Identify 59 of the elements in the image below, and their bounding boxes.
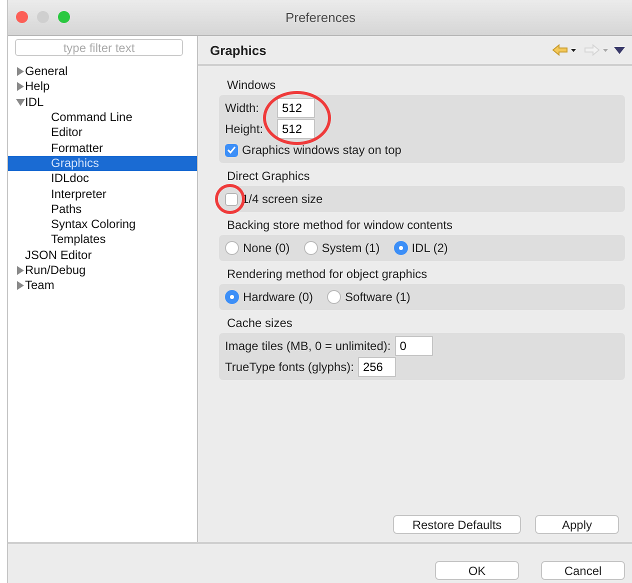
tree-item[interactable]: Interpreter [8,186,197,202]
ok-button[interactable]: OK [435,561,519,580]
tree-item[interactable]: Syntax Coloring [8,216,197,232]
number-field[interactable]: 256 [358,357,396,377]
collapsed-arrow-icon[interactable] [16,281,25,290]
tree-item[interactable]: Command Line [8,110,197,126]
tree-item[interactable]: Run/Debug [8,262,197,278]
cancel-button[interactable]: Cancel [541,561,625,580]
field-label: Width: [225,101,260,115]
radio-label: System (1) [322,241,380,255]
number-field[interactable]: 512 [277,98,315,118]
field-label: Height: [225,122,264,136]
group-title: Windows [227,78,277,92]
radio-button[interactable] [394,241,408,255]
field-label: TrueType fonts (glyphs): [225,360,354,374]
zoom-icon[interactable] [58,11,70,23]
menu-icon[interactable] [614,46,625,54]
tree-item[interactable]: Team [8,278,197,294]
expanded-arrow-icon[interactable] [16,98,25,107]
tree-item[interactable]: Paths [8,202,197,217]
radio-label: Software (1) [345,290,410,304]
group-title: Cache sizes [227,316,294,330]
radio-button[interactable] [304,241,318,255]
group-title: Direct Graphics [227,169,311,183]
collapsed-arrow-icon[interactable] [16,266,25,275]
radio-button[interactable] [225,241,239,255]
tree-item[interactable]: Formatter [8,140,197,156]
radio-label: Hardware (0) [243,290,314,304]
restore-defaults-button[interactable]: Restore Defaults [393,515,521,534]
page-title: Graphics [210,42,268,58]
tree-item[interactable]: Templates [8,232,197,248]
checkbox[interactable] [225,192,238,206]
field-label: Image tiles (MB, 0 = unlimited): [225,339,391,353]
filter-field[interactable]: type filter text [15,39,183,56]
window-title: Preferences [285,10,356,25]
number-field[interactable]: 512 [277,119,315,139]
radio-button[interactable] [225,290,239,304]
highlight-circle [215,184,245,214]
collapsed-arrow-icon[interactable] [16,82,25,92]
tree-item[interactable]: Help [8,79,197,95]
tree-item[interactable]: General [8,64,197,80]
number-field[interactable]: 0 [394,336,433,356]
tree-item[interactable]: Graphics [8,156,197,172]
group-title: Rendering method for object graphics [227,267,428,281]
radio-label: None (0) [243,241,290,255]
radio-button[interactable] [327,290,342,304]
back-arrow-icon[interactable] [552,44,578,56]
tree-item[interactable]: IDL [8,94,197,110]
radio-label: IDL (2) [412,241,448,255]
tree-item[interactable]: Editor [8,125,197,140]
collapsed-arrow-icon[interactable] [16,67,25,76]
apply-button[interactable]: Apply [535,515,619,534]
checkbox[interactable] [225,144,238,156]
highlight-circle [263,91,331,145]
group-title: Backing store method for window contents [227,218,454,232]
tree-item[interactable]: IDLdoc [8,171,197,186]
close-icon[interactable] [16,11,28,23]
checkbox-label: Graphics windows stay on top [242,143,402,157]
tree-item[interactable]: JSON Editor [8,248,197,263]
